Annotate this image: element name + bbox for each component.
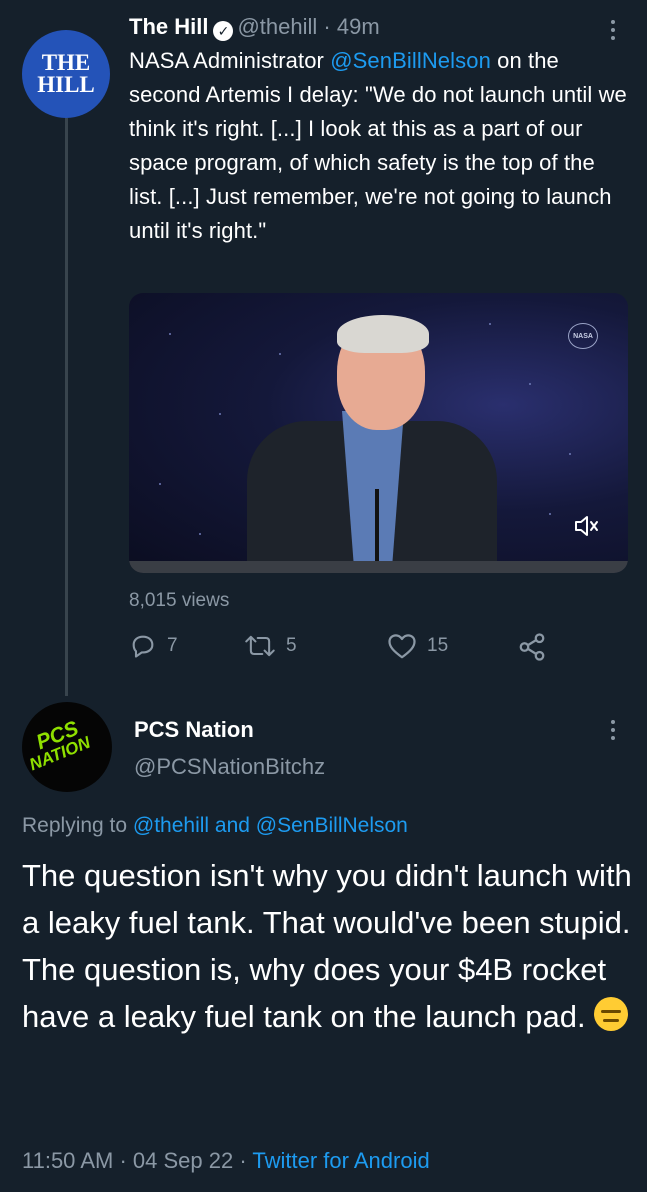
more-options-icon[interactable] (606, 720, 620, 740)
more-options-icon[interactable] (606, 20, 620, 40)
tweet-time[interactable]: 49m (337, 14, 380, 39)
tweet-date[interactable]: 04 Sep 22 (133, 1148, 233, 1173)
avatar-text-hill: HILL (37, 72, 95, 97)
tweet2-text-line2-wrap: The question is, why does your $4B rocke… (22, 946, 632, 1040)
author-name[interactable]: The Hill (129, 14, 208, 39)
podium-edge (129, 561, 628, 573)
video-player[interactable]: NASA (129, 293, 628, 573)
tweet-source[interactable]: Twitter for Android (252, 1148, 429, 1173)
author-handle[interactable]: @PCSNationBitchz (134, 753, 325, 781)
heart-icon (388, 634, 416, 659)
reply-icon (132, 635, 154, 658)
replying-prefix: Replying to (22, 814, 133, 837)
microphone (375, 489, 379, 564)
tweet2-text: The question isn't why you didn't launch… (22, 852, 632, 1040)
view-count: 8,015 views (129, 590, 230, 611)
expressionless-face-icon (594, 997, 629, 1031)
tweet1-text: NASA Administrator @SenBillNelson on the… (129, 44, 629, 248)
author-handle[interactable]: @thehill (237, 14, 317, 39)
mute-icon[interactable] (572, 515, 602, 545)
tweet1-header: The Hill ✓ @thehill · 49m (129, 12, 380, 42)
tweet1-text-rest: on the second Artemis I delay: "We do no… (129, 48, 627, 243)
retweet-count: 5 (286, 635, 297, 656)
tweet1-text-start: NASA Administrator (129, 48, 331, 73)
like-count: 15 (427, 635, 449, 656)
like-button[interactable]: 15 (387, 632, 448, 660)
tweet2-text-line2: The question is, why does your $4B rocke… (22, 952, 607, 1034)
share-icon (519, 633, 545, 661)
the-hill-avatar[interactable]: THE HILL (22, 30, 110, 118)
replying-mentions[interactable]: @thehill and @SenBillNelson (133, 814, 408, 837)
reply-count: 7 (167, 635, 178, 656)
share-button[interactable] (517, 632, 547, 662)
thread-line (65, 118, 68, 696)
avatar-text-the: THE (41, 50, 91, 75)
pcs-nation-avatar[interactable]: PCS NATION (22, 702, 112, 792)
separator-dot: · (323, 14, 331, 39)
author-name[interactable]: PCS Nation (134, 716, 254, 744)
separator-dot: · (239, 1148, 247, 1173)
tweet1-actions: 7 5 15 (129, 632, 569, 664)
tweet-time[interactable]: 11:50 AM (22, 1148, 113, 1173)
verified-badge-icon: ✓ (213, 21, 234, 41)
separator-dot: · (119, 1148, 127, 1173)
reply-button[interactable]: 7 (129, 632, 178, 660)
retweet-button[interactable]: 5 (244, 632, 297, 660)
nasa-logo: NASA (568, 323, 598, 349)
speaker-hair (337, 315, 429, 353)
replying-to: Replying to @thehill and @SenBillNelson (22, 812, 408, 840)
tweet2-text-line1: The question isn't why you didn't launch… (22, 858, 632, 940)
tweet-meta: 11:50 AM · 04 Sep 22 · Twitter for Andro… (22, 1146, 430, 1176)
retweet-icon (245, 635, 275, 657)
mention-link[interactable]: @SenBillNelson (330, 48, 491, 73)
